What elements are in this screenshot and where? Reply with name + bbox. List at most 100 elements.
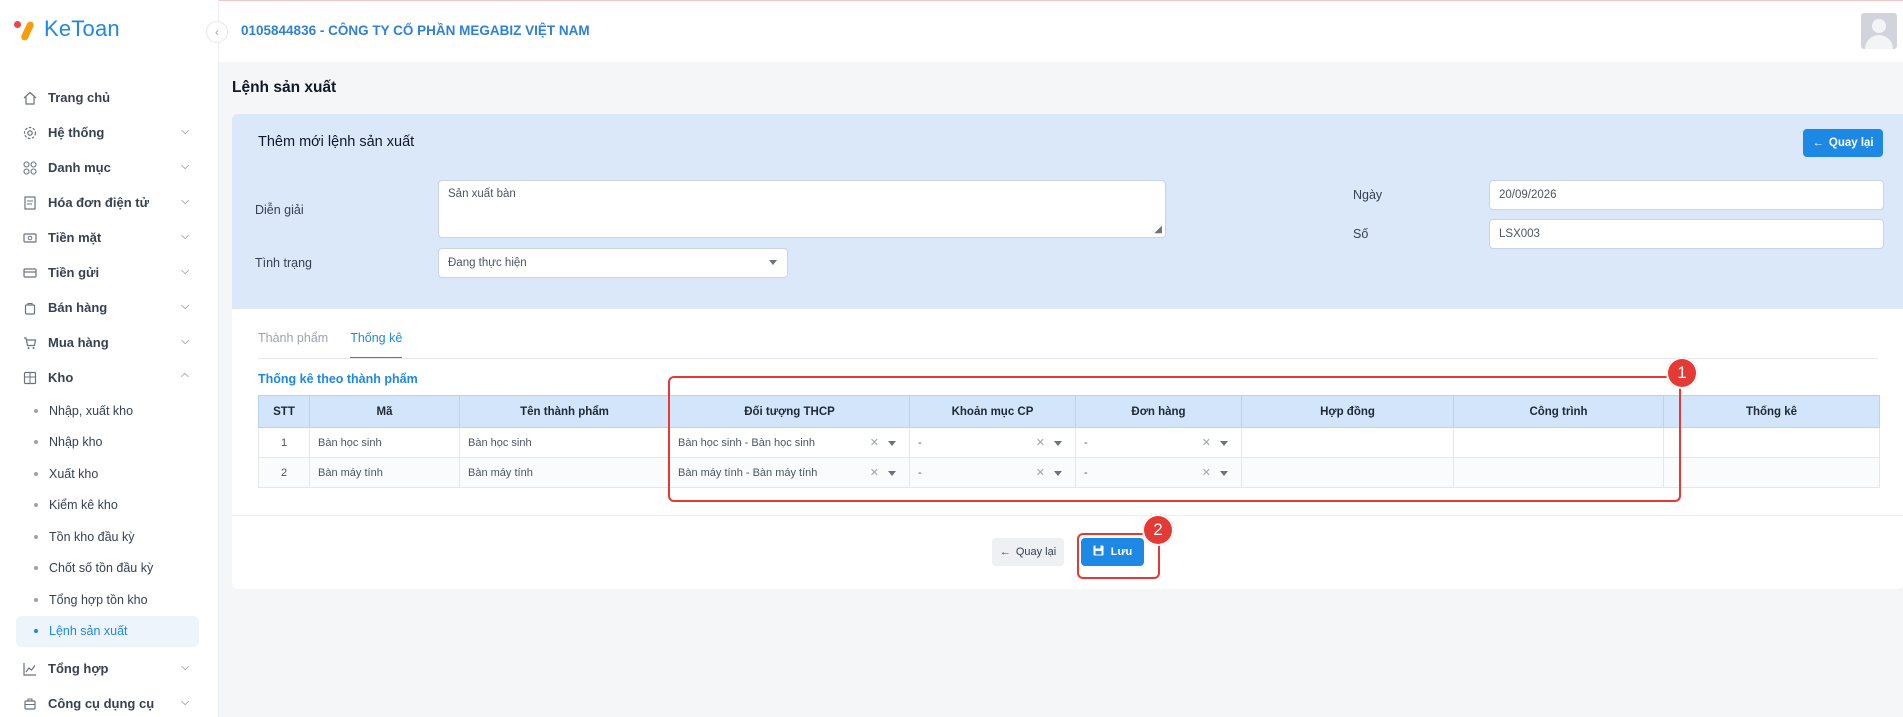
sidebar-item-label: Mua hàng xyxy=(48,335,109,350)
back-button-top[interactable]: ← Quay lại xyxy=(1803,129,1883,157)
sidebar-item-ban-hang[interactable]: Bán hàng ⌵ xyxy=(16,290,199,325)
footer-divider xyxy=(232,515,1903,516)
resize-handle-icon[interactable]: ◢ xyxy=(1154,224,1162,235)
sidebar-subitem-nhap-xuat-kho[interactable]: Nhập, xuất kho xyxy=(16,395,199,427)
sidebar-item-label: Trang chủ xyxy=(48,90,111,105)
section-title: Thống kê theo thành phẩm xyxy=(258,372,418,386)
sidebar-subitem-kiem-ke-kho[interactable]: Kiểm kê kho xyxy=(16,490,199,522)
sidebar-item-hoa-don[interactable]: Hóa đơn điện tử ⌵ xyxy=(16,185,199,220)
avatar[interactable] xyxy=(1861,13,1897,49)
sidebar-item-label: Tiền gửi xyxy=(48,265,100,280)
bullet-icon xyxy=(34,440,38,445)
chevron-up-icon: ⌵ xyxy=(181,370,189,381)
cell-ma: Bàn học sinh xyxy=(309,427,460,458)
dien-giai-field[interactable]: Sản xuất bàn ◢ xyxy=(438,180,1166,238)
bullet-icon xyxy=(34,597,38,602)
bullet-icon xyxy=(34,566,38,571)
sidebar-subitem-lenh-san-xuat[interactable]: Lệnh sản xuất xyxy=(16,615,199,647)
column-header-stt: STT xyxy=(258,395,310,428)
sidebar-nav: Trang chủ Hệ thống ⌵ Danh mục ⌵ Hóa đơn … xyxy=(16,80,199,717)
tinh-trang-select[interactable]: Đang thực hiện xyxy=(438,248,788,278)
sidebar-item-label: Kho xyxy=(48,370,74,385)
column-header-thong-ke: Thống kê xyxy=(1663,395,1880,428)
arrow-left-icon: ← xyxy=(999,546,1011,558)
chevron-down-icon: ⌵ xyxy=(181,697,189,708)
cell-stt: 1 xyxy=(258,427,310,458)
warehouse-icon xyxy=(22,370,38,386)
sidebar-subitem-label: Kiểm kê kho xyxy=(49,498,118,513)
sidebar-item-mua-hang[interactable]: Mua hàng ⌵ xyxy=(16,325,199,360)
so-field[interactable]: LSX003 xyxy=(1489,219,1884,249)
bullet-icon xyxy=(34,471,38,476)
annotation-badge-2: 2 xyxy=(1142,514,1174,546)
so-label: Số xyxy=(1353,227,1369,241)
chevron-down-icon: ⌵ xyxy=(181,662,189,673)
sidebar-item-tien-gui[interactable]: Tiền gửi ⌵ xyxy=(16,255,199,290)
top-header: 0105844836 - CÔNG TY CỔ PHẦN MEGABIZ VIỆ… xyxy=(219,0,1903,62)
sidebar-subitem-label: Lệnh sản xuất xyxy=(49,624,128,639)
dien-giai-label: Diễn giải xyxy=(255,203,304,217)
sidebar-collapse-button[interactable]: ‹ xyxy=(206,21,228,43)
sidebar-subitem-label: Xuất kho xyxy=(49,466,99,481)
sidebar-subitem-xuat-kho[interactable]: Xuất kho xyxy=(16,458,199,490)
arrow-left-icon: ← xyxy=(1812,137,1824,149)
sidebar-item-kho[interactable]: Kho ⌵ xyxy=(16,360,199,395)
sidebar-item-label: Công cụ dụng cụ xyxy=(48,696,155,711)
card-icon xyxy=(22,265,38,281)
chevron-down-icon: ⌵ xyxy=(181,266,189,277)
sidebar-subitem-label: Nhập, xuất kho xyxy=(49,403,134,418)
cell-ten: Bàn học sinh xyxy=(459,427,670,458)
column-header-ten-thanh-pham: Tên thành phẩm xyxy=(459,395,670,428)
sidebar-subitem-ton-kho-dau-ky[interactable]: Tồn kho đầu kỳ xyxy=(16,521,199,553)
tabs-divider xyxy=(258,358,1878,359)
chevron-down-icon: ⌵ xyxy=(181,231,189,242)
sidebar-subitem-nhap-kho[interactable]: Nhập kho xyxy=(16,427,199,459)
tinh-trang-label: Tình trạng xyxy=(255,256,312,270)
sidebar-item-cong-cu[interactable]: Công cụ dụng cụ ⌵ xyxy=(16,686,199,717)
tab-thong-ke[interactable]: Thống kê xyxy=(350,331,403,359)
cell-thong-ke[interactable] xyxy=(1663,457,1880,488)
back-button[interactable]: ← Quay lại xyxy=(992,538,1064,566)
sidebar-subitem-label: Tổng hợp tồn kho xyxy=(49,592,148,607)
sidebar-item-trang-chu[interactable]: Trang chủ xyxy=(16,80,199,115)
sidebar-item-danh-muc[interactable]: Danh mục ⌵ xyxy=(16,150,199,185)
chevron-left-icon: ‹ xyxy=(215,25,219,39)
sidebar-item-tien-mat[interactable]: Tiền mặt ⌵ xyxy=(16,220,199,255)
bag-icon xyxy=(22,300,38,316)
sidebar-item-label: Bán hàng xyxy=(48,300,108,315)
sidebar-item-he-thong[interactable]: Hệ thống ⌵ xyxy=(16,115,199,150)
bullet-icon xyxy=(34,408,38,413)
tools-icon xyxy=(22,696,38,712)
sidebar-subitem-tong-hop-ton-kho[interactable]: Tổng hợp tồn kho xyxy=(16,584,199,616)
logo-icon xyxy=(14,17,38,42)
ngay-label: Ngày xyxy=(1353,188,1383,202)
ngay-value: 20/09/2026 xyxy=(1499,189,1557,201)
chevron-down-icon: ⌵ xyxy=(181,196,189,207)
logo-text: KeToan xyxy=(44,16,120,41)
chevron-down-icon: ⌵ xyxy=(181,336,189,347)
page-title: Lệnh sản xuất xyxy=(232,79,337,96)
annotation-badge-1: 1 xyxy=(1666,357,1698,389)
sidebar-item-label: Hệ thống xyxy=(48,125,105,140)
sidebar-subitem-label: Nhập kho xyxy=(49,435,103,450)
sidebar-item-label: Hóa đơn điện tử xyxy=(48,195,149,210)
form-title: Thêm mới lệnh sản xuất xyxy=(258,134,415,150)
bullet-icon xyxy=(34,503,38,508)
home-icon xyxy=(22,90,38,106)
sidebar-item-tong-hop[interactable]: Tổng hợp ⌵ xyxy=(16,651,199,686)
dien-giai-value: Sản xuất bàn xyxy=(448,188,516,200)
sidebar: KeToan Trang chủ Hệ thống ⌵ Danh mục ⌵ H… xyxy=(0,0,219,717)
sidebar-item-label: Tiền mặt xyxy=(48,230,102,245)
logo[interactable]: KeToan xyxy=(14,16,120,42)
chart-icon xyxy=(22,661,38,677)
sidebar-subitem-chot-so-ton[interactable]: Chốt số tồn đầu kỳ xyxy=(16,553,199,585)
cell-thong-ke[interactable] xyxy=(1663,427,1880,458)
cash-icon xyxy=(22,230,38,246)
back-button-label: Quay lại xyxy=(1828,137,1874,149)
grid-icon xyxy=(22,160,38,176)
chevron-down-icon: ⌵ xyxy=(181,301,189,312)
ngay-field[interactable]: 20/09/2026 xyxy=(1489,180,1884,210)
tab-thanh-pham[interactable]: Thành phẩm xyxy=(258,331,328,359)
cell-ten: Bàn máy tính xyxy=(459,457,670,488)
cart-icon xyxy=(22,335,38,351)
